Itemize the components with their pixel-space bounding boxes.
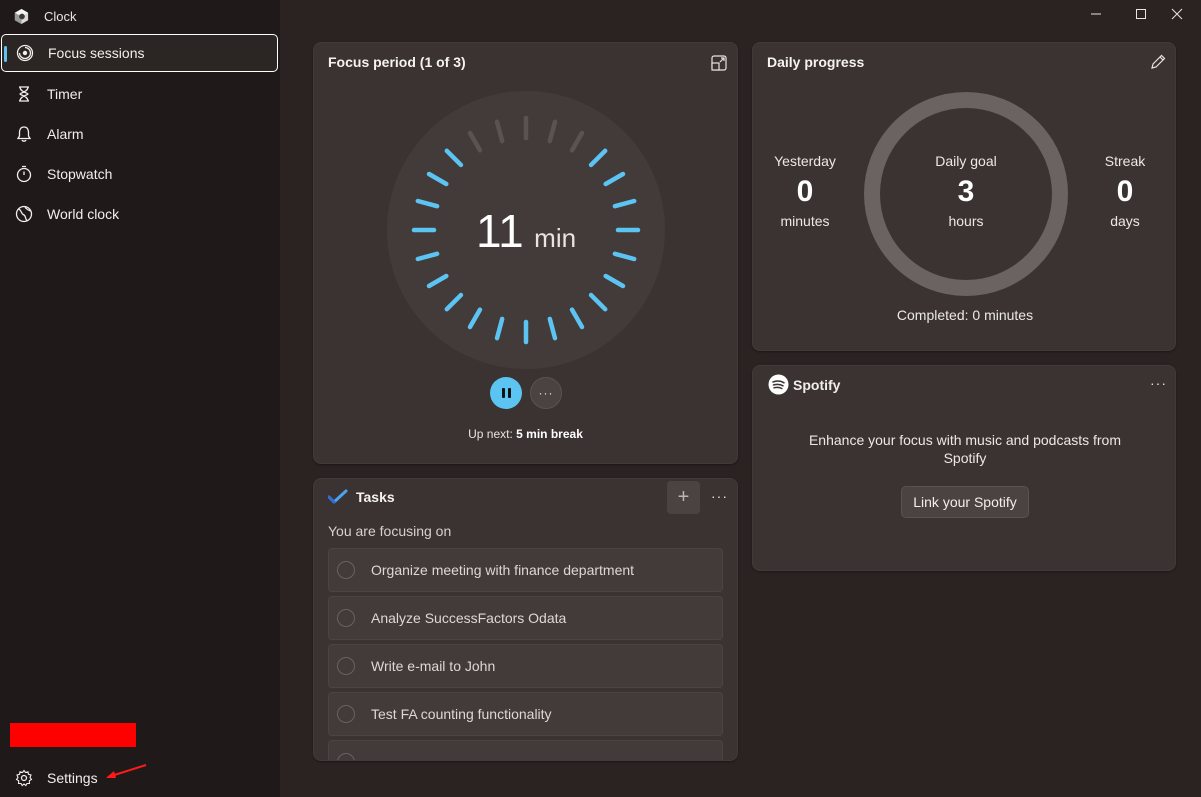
tasks-title: Tasks <box>356 489 395 505</box>
task-checkbox[interactable] <box>337 753 355 760</box>
hourglass-icon <box>15 85 33 103</box>
focus-timer-dial: 11 min <box>387 91 665 369</box>
completed-text: Completed: 0 minutes <box>896 307 1034 323</box>
maximize-icon <box>1136 9 1146 19</box>
tasks-subtitle: You are focusing on <box>328 523 452 539</box>
tasks-card: Tasks + ··· You are focusing on Organize… <box>313 478 738 761</box>
todo-check-icon <box>328 489 348 504</box>
sidebar-item-label: Alarm <box>47 126 84 142</box>
focus-period-title: Focus period (1 of 3) <box>328 54 466 70</box>
sidebar-item-world-clock[interactable]: World clock <box>1 195 278 233</box>
tasks-more-button[interactable]: ··· <box>711 488 728 504</box>
task-item-partial[interactable] <box>328 740 723 760</box>
link-spotify-button[interactable]: Link your Spotify <box>901 486 1029 518</box>
task-item[interactable]: Test FA counting functionality <box>328 692 723 736</box>
sidebar: Clock Focus sessions Timer Alarm Stopwat… <box>0 0 280 797</box>
focus-more-button[interactable]: ··· <box>530 377 562 409</box>
app-title-bar: Clock <box>13 5 77 27</box>
sidebar-item-label: Stopwatch <box>47 166 113 182</box>
task-item[interactable]: Write e-mail to John <box>328 644 723 688</box>
spotify-card: Spotify ··· Enhance your focus with musi… <box>752 365 1176 571</box>
sidebar-item-label: Focus sessions <box>48 45 145 61</box>
daily-progress-card: Daily progress Yesterday 0 minutes Daily… <box>752 42 1176 351</box>
spotify-icon <box>768 374 789 395</box>
task-checkbox[interactable] <box>337 657 355 675</box>
spotify-message: Enhance your focus with music and podcas… <box>808 432 1122 466</box>
edit-icon[interactable] <box>1149 53 1167 71</box>
task-item[interactable]: Analyze SuccessFactors Odata <box>328 596 723 640</box>
sidebar-item-label: World clock <box>47 206 120 222</box>
sidebar-item-timer[interactable]: Timer <box>1 75 278 113</box>
sidebar-item-label: Timer <box>47 86 83 102</box>
focus-period-card: Focus period (1 of 3) 11 min ··· Up next… <box>313 42 738 464</box>
spotify-logo: Spotify <box>768 374 840 395</box>
daily-progress-title: Daily progress <box>767 54 865 70</box>
task-item[interactable]: Organize meeting with finance department <box>328 548 723 592</box>
sidebar-item-focus-sessions[interactable]: Focus sessions <box>1 34 278 72</box>
stopwatch-icon <box>15 165 33 183</box>
spotify-more-button[interactable]: ··· <box>1150 375 1167 391</box>
up-next-text: Up next: 5 min break <box>468 427 583 441</box>
annotation-arrow-icon <box>106 764 147 778</box>
focus-minutes: 11 <box>476 205 524 257</box>
sidebar-item-alarm[interactable]: Alarm <box>1 115 278 153</box>
task-checkbox[interactable] <box>337 609 355 627</box>
app-title: Clock <box>44 8 77 24</box>
minimize-icon <box>1091 13 1101 15</box>
up-next-value: 5 min break <box>516 427 583 441</box>
sidebar-item-label: Settings <box>47 770 98 786</box>
tasks-header: Tasks <box>328 489 395 505</box>
compact-view-icon[interactable] <box>710 54 728 72</box>
focus-unit: min <box>534 223 576 253</box>
pause-icon <box>501 388 505 398</box>
minimize-button[interactable] <box>1072 2 1120 26</box>
daily-goal-stat: Daily goal 3 hours <box>935 153 997 229</box>
bell-icon <box>15 125 33 143</box>
main-content: Focus period (1 of 3) 11 min ··· Up next… <box>280 0 1201 797</box>
add-task-button[interactable]: + <box>667 481 700 514</box>
task-checkbox[interactable] <box>337 705 355 723</box>
focus-icon <box>16 44 34 62</box>
streak-stat: Streak 0 days <box>1104 153 1146 229</box>
globe-icon <box>15 205 33 223</box>
gear-icon <box>15 769 33 787</box>
yesterday-stat: Yesterday 0 minutes <box>774 153 836 229</box>
clock-app-icon <box>14 8 29 24</box>
sidebar-item-stopwatch[interactable]: Stopwatch <box>1 155 278 193</box>
redaction-box <box>10 723 136 747</box>
task-checkbox[interactable] <box>337 561 355 579</box>
pause-button[interactable] <box>490 377 522 409</box>
close-button[interactable] <box>1153 2 1201 26</box>
close-icon <box>1171 8 1183 20</box>
